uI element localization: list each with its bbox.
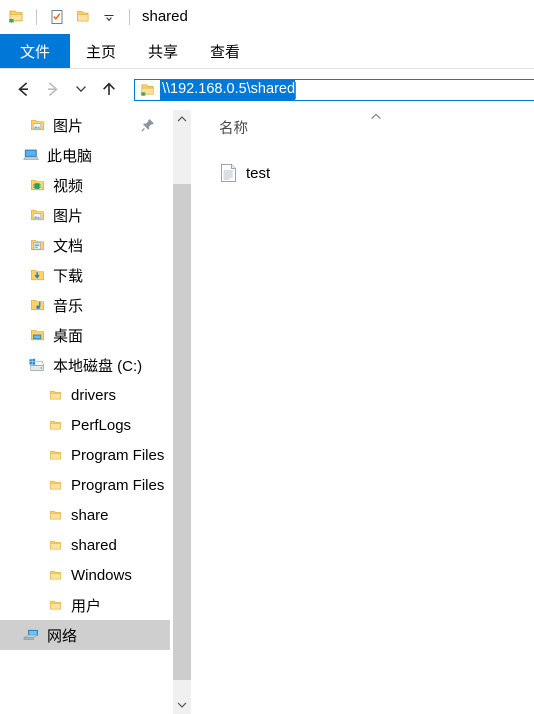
sidebar-item-label: 下载	[53, 267, 84, 285]
sidebar-item-label: drivers	[71, 386, 117, 404]
file-explorer-window: shared 文件 主页 共享 查看 \\192.168.0.5\shared …	[0, 0, 534, 714]
ribbon-tab-bar: 文件 主页 共享 查看	[0, 34, 534, 68]
column-header-row: 名称	[191, 110, 534, 144]
scrollbar-thumb[interactable]	[173, 184, 191, 680]
file-list-pane: 名称 test	[191, 110, 534, 714]
sidebar-item-music[interactable]: 音乐	[0, 290, 170, 320]
address-bar[interactable]: \\192.168.0.5\shared	[134, 79, 534, 101]
network-folder-icon	[138, 81, 156, 99]
folder-icon	[46, 596, 64, 614]
sidebar-item-label: share	[71, 506, 109, 524]
sidebar-item-shared[interactable]: shared	[0, 530, 170, 560]
sidebar-item-pictures[interactable]: 图片	[0, 200, 170, 230]
pin-icon[interactable]	[140, 117, 156, 133]
customize-quick-access-chevron-icon[interactable]	[99, 7, 119, 27]
sidebar-item-label: Program Files	[71, 446, 165, 464]
text-file-icon	[219, 163, 237, 183]
sidebar-item-share[interactable]: share	[0, 500, 170, 530]
sidebar-item-network[interactable]: 网络	[0, 620, 170, 650]
recent-locations-chevron-icon[interactable]	[70, 76, 92, 102]
sidebar-item-label: 音乐	[53, 297, 84, 315]
title-bar: shared	[0, 0, 534, 34]
navigation-pane-scrollbar[interactable]	[172, 110, 191, 714]
sidebar-item-label: 文档	[53, 237, 84, 255]
sidebar-item-label: 视频	[53, 177, 84, 195]
sidebar-item-label: PerfLogs	[71, 416, 132, 434]
navigation-pane: 图片 此电脑 视频 图片 文档 下载 音乐 桌面 本地磁盘 (C:) drive…	[0, 110, 170, 714]
sidebar-item-pictures-quickaccess[interactable]: 图片	[0, 110, 170, 140]
sidebar-item-users[interactable]: 用户	[0, 590, 170, 620]
folder-pictures-icon	[28, 206, 46, 224]
sidebar-item-label: Windows	[71, 566, 132, 584]
file-list-item[interactable]: test	[191, 158, 534, 188]
forward-button[interactable]	[40, 76, 66, 102]
file-name-label: test	[246, 164, 271, 182]
folder-desktop-icon	[28, 326, 46, 344]
folder-icon	[46, 476, 64, 494]
sidebar-item-local-disk-c[interactable]: 本地磁盘 (C:)	[0, 350, 170, 380]
up-button[interactable]	[96, 76, 122, 102]
sidebar-item-program-files[interactable]: Program Files	[0, 440, 170, 470]
sidebar-item-desktop[interactable]: 桌面	[0, 320, 170, 350]
quick-access-separator-1	[36, 9, 37, 25]
sidebar-item-label: 本地磁盘 (C:)	[53, 357, 143, 375]
folder-documents-icon	[28, 236, 46, 254]
sidebar-item-videos[interactable]: 视频	[0, 170, 170, 200]
address-input[interactable]: \\192.168.0.5\shared	[160, 80, 296, 100]
save-to-folder-icon[interactable]	[6, 7, 26, 27]
window-title: shared	[142, 8, 188, 25]
text-cursor	[295, 81, 297, 99]
folder-music-icon	[28, 296, 46, 314]
folder-icon	[46, 446, 64, 464]
sidebar-item-label: shared	[71, 536, 117, 554]
sidebar-item-label: Program Files	[71, 476, 165, 494]
scroll-down-arrow-icon[interactable]	[173, 696, 191, 714]
tab-share[interactable]: 共享	[132, 34, 194, 68]
scroll-up-arrow-icon[interactable]	[173, 110, 191, 128]
sidebar-item-label: 图片	[53, 207, 84, 225]
tab-home[interactable]: 主页	[70, 34, 132, 68]
quick-access-toolbar	[0, 0, 134, 34]
column-header-name[interactable]: 名称	[219, 117, 248, 138]
folder-icon	[46, 566, 64, 584]
this-pc-icon	[22, 146, 40, 164]
sidebar-item-label: 网络	[47, 627, 78, 645]
sidebar-item-program-files-x86[interactable]: Program Files	[0, 470, 170, 500]
properties-icon[interactable]	[47, 7, 67, 27]
folder-downloads-icon	[28, 266, 46, 284]
quick-access-separator-2	[129, 9, 130, 25]
folder-videos-icon	[28, 176, 46, 194]
local-disk-icon	[28, 356, 46, 374]
sidebar-item-drivers[interactable]: drivers	[0, 380, 170, 410]
sidebar-item-label: 此电脑	[47, 147, 93, 165]
folder-icon	[46, 536, 64, 554]
tab-file[interactable]: 文件	[0, 34, 70, 68]
sort-ascending-icon	[369, 112, 383, 122]
sidebar-item-windows[interactable]: Windows	[0, 560, 170, 590]
sidebar-item-documents[interactable]: 文档	[0, 230, 170, 260]
back-button[interactable]	[10, 76, 36, 102]
sidebar-item-label: 图片	[53, 117, 84, 135]
folder-icon	[46, 386, 64, 404]
folder-pictures-icon	[28, 116, 46, 134]
folder-icon	[46, 416, 64, 434]
network-icon	[22, 626, 40, 644]
sidebar-item-label: 用户	[71, 597, 102, 615]
sidebar-item-label: 桌面	[53, 327, 84, 345]
folder-icon	[46, 506, 64, 524]
new-folder-icon[interactable]	[73, 7, 93, 27]
tab-view[interactable]: 查看	[194, 34, 256, 68]
sidebar-item-perflogs[interactable]: PerfLogs	[0, 410, 170, 440]
sidebar-item-downloads[interactable]: 下载	[0, 260, 170, 290]
sidebar-item-this-pc[interactable]: 此电脑	[0, 140, 170, 170]
